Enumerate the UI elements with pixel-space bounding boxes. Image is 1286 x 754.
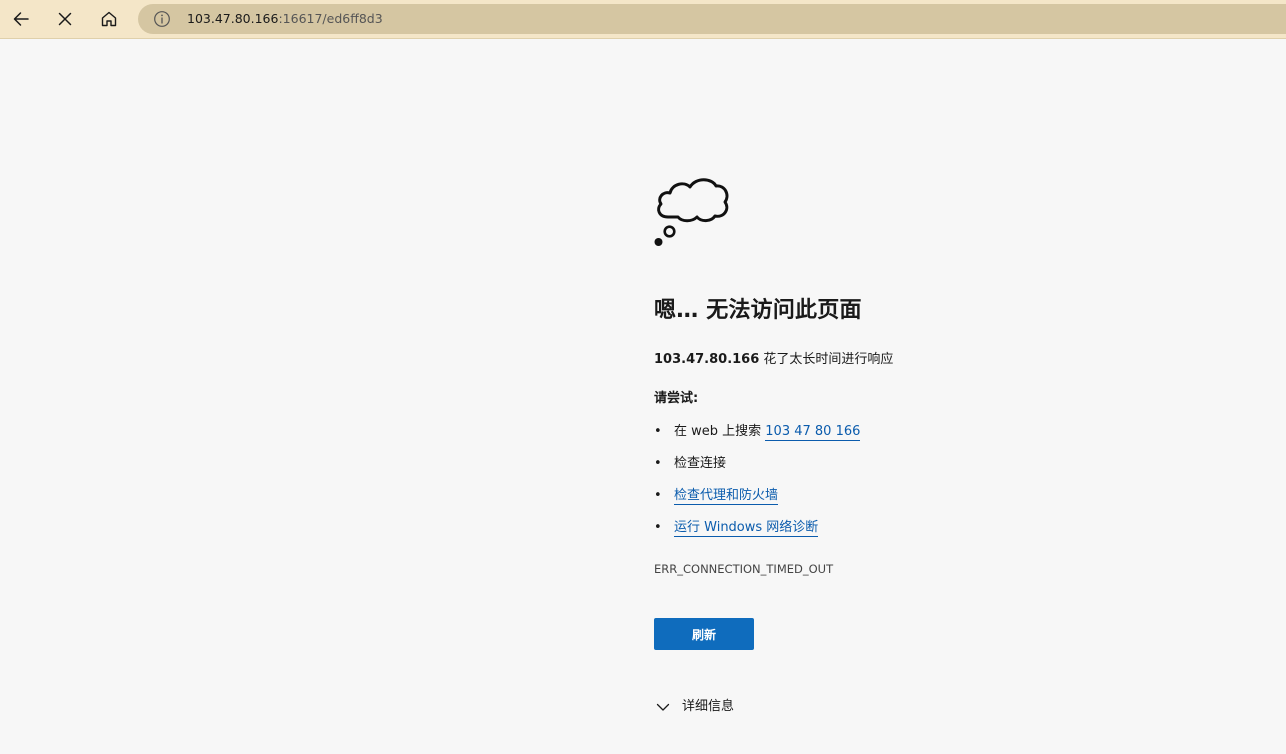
- stop-loading-button[interactable]: [48, 3, 82, 35]
- bullet: •: [654, 488, 662, 503]
- error-code: ERR_CONNECTION_TIMED_OUT: [654, 562, 834, 576]
- error-description: 103.47.80.166 花了太长时间进行响应: [654, 351, 893, 369]
- bullet: •: [654, 424, 662, 439]
- suggestion-list: • 在 web 上搜索 103 47 80 166 • 检查连接 • 检查代理和防火墙…: [654, 423, 861, 551]
- browser-toolbar: 103.47.80.166:16617/ed6ff8d3: [0, 0, 1286, 39]
- description-text: 花了太长时间进行响应: [759, 352, 894, 367]
- list-item: • 检查代理和防火墙: [654, 487, 860, 519]
- details-toggle[interactable]: 详细信息: [656, 698, 734, 716]
- info-icon[interactable]: [153, 10, 171, 28]
- arrow-left-icon: [13, 12, 29, 26]
- try-heading: 请尝试:: [654, 391, 699, 406]
- url-path: :16617/ed6ff8d3: [278, 11, 383, 26]
- check-proxy-firewall-link[interactable]: 检查代理和防火墙: [674, 488, 779, 505]
- search-web-link[interactable]: 103 47 80 166: [765, 424, 861, 441]
- home-icon: [101, 11, 117, 27]
- url-host: 103.47.80.166: [187, 11, 279, 26]
- refresh-button[interactable]: 刷新: [654, 618, 754, 650]
- suggestion-text: 在 web 上搜索: [674, 424, 766, 439]
- close-icon: [58, 12, 72, 26]
- address-bar[interactable]: 103.47.80.166:16617/ed6ff8d3: [138, 4, 1286, 34]
- list-item: • 在 web 上搜索 103 47 80 166: [654, 423, 861, 455]
- url-text: 103.47.80.166:16617/ed6ff8d3: [187, 11, 383, 27]
- chevron-down-icon: [656, 703, 670, 711]
- description-host: 103.47.80.166: [654, 352, 760, 367]
- back-button[interactable]: [4, 3, 38, 35]
- thought-cloud-icon: [654, 178, 729, 246]
- home-button[interactable]: [92, 3, 126, 35]
- bullet: •: [654, 456, 662, 471]
- page-title: 嗯… 无法访问此页面: [654, 298, 862, 323]
- bullet: •: [654, 520, 662, 535]
- list-item: • 运行 Windows 网络诊断: [654, 519, 860, 551]
- list-item: • 检查连接: [654, 455, 860, 487]
- suggestion-text: 检查连接: [674, 456, 727, 471]
- details-label: 详细信息: [682, 699, 735, 714]
- network-diagnostics-link[interactable]: 运行 Windows 网络诊断: [674, 520, 819, 537]
